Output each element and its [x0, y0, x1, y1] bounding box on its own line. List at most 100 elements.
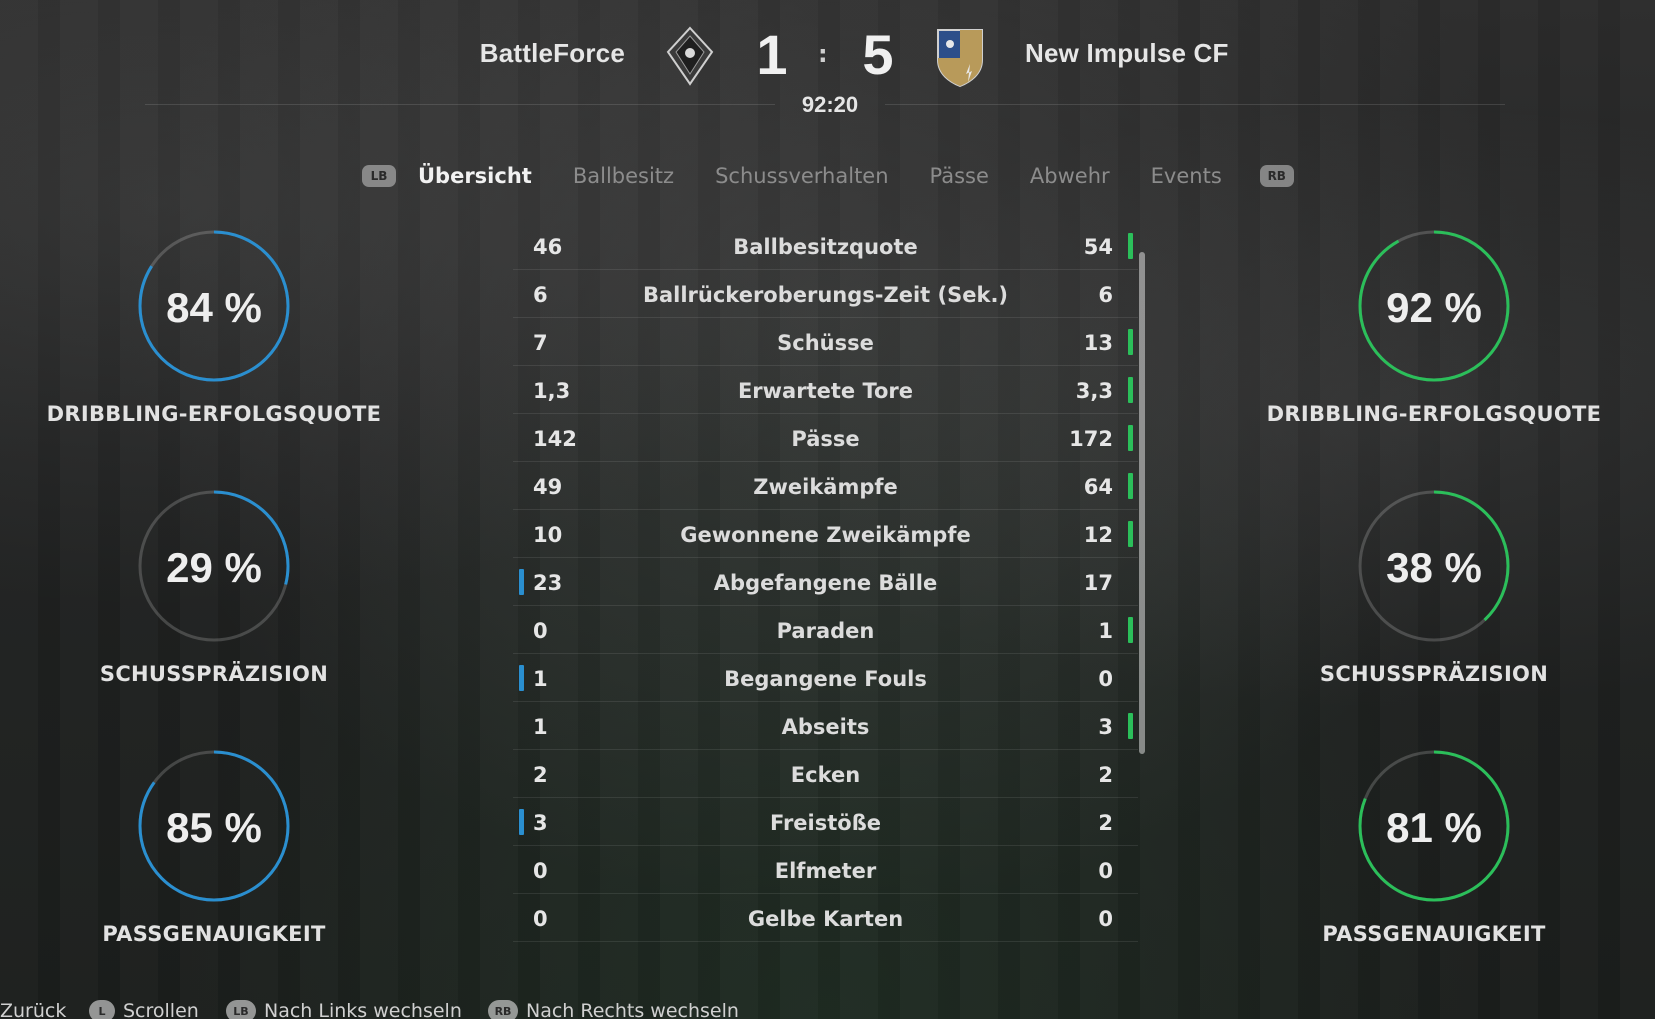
lb-button-icon[interactable]: LB — [362, 165, 396, 187]
stat-row: 46 Ballbesitzquote 54 — [513, 222, 1138, 270]
away-leader-bar — [1128, 473, 1133, 499]
away-leader-bar — [1128, 713, 1133, 739]
stat-label: Zweikämpfe — [753, 475, 898, 499]
stat-row: 10 Gewonnene Zweikämpfe 12 — [513, 510, 1138, 558]
header-divider-left — [145, 104, 775, 105]
away-gauge-shot-accuracy: 38 % SCHUSSPRÄZISION — [1264, 488, 1604, 686]
rb-button-icon: RB — [488, 1000, 518, 1019]
back-label: Zurück — [0, 1000, 67, 1019]
score-separator: : — [818, 40, 828, 68]
stat-label: Gelbe Karten — [747, 907, 904, 931]
gauge-label: PASSGENAUIGKEIT — [1322, 922, 1546, 946]
away-leader-bar — [1128, 233, 1133, 259]
tab-overview[interactable]: Übersicht — [418, 164, 532, 188]
away-leader-bar — [1128, 617, 1133, 643]
stat-away-value: 3,3 — [1075, 379, 1113, 403]
home-gauge-shot-accuracy: 29 % SCHUSSPRÄZISION — [44, 488, 384, 686]
stat-away-value: 1 — [1098, 619, 1113, 643]
stat-label: Ballbesitzquote — [733, 235, 918, 259]
home-gauge-pass-accuracy: 85 % PASSGENAUIGKEIT — [44, 748, 384, 946]
rb-button-icon[interactable]: RB — [1259, 165, 1294, 187]
home-gauge-dribbling: 84 % DRIBBLING-ERFOLGSQUOTE — [44, 228, 384, 426]
stat-row: 0 Gelbe Karten 0 — [513, 894, 1138, 942]
stat-away-value: 6 — [1098, 283, 1113, 307]
stat-label: Ecken — [790, 763, 861, 787]
stat-label: Elfmeter — [774, 859, 877, 883]
away-gauge-dribbling: 92 % DRIBBLING-ERFOLGSQUOTE — [1264, 228, 1604, 426]
stat-row: 49 Zweikämpfe 64 — [513, 462, 1138, 510]
stat-label: Abseits — [781, 715, 870, 739]
stat-label: Freistöße — [769, 811, 882, 835]
stats-table: 46 Ballbesitzquote 54 6 Ballrückeroberungs-Z… — [513, 222, 1138, 942]
gauge-value: 85 % — [166, 804, 262, 851]
back-hint[interactable]: Zurück — [0, 1000, 66, 1019]
stat-row: 1,3 Erwartete Tore 3,3 — [513, 366, 1138, 414]
stat-row: 3 Freistöße 2 — [513, 798, 1138, 846]
switch-right-hint[interactable]: RB Nach Rechts wechseln — [488, 1000, 739, 1019]
away-gauge-pass-accuracy: 81 % PASSGENAUIGKEIT — [1264, 748, 1604, 946]
stats-tabs: LB Übersicht Ballbesitz Schussverhalten … — [362, 158, 1294, 194]
left-stick-icon: L — [89, 1000, 115, 1019]
stat-label: Erwartete Tore — [737, 379, 914, 403]
stat-away-value: 13 — [1083, 331, 1113, 355]
stat-away-value: 172 — [1069, 427, 1113, 451]
tab-shooting[interactable]: Schussverhalten — [715, 164, 888, 188]
tab-defense[interactable]: Abwehr — [1030, 164, 1110, 188]
away-score: 5 — [862, 23, 894, 86]
scoreboard: BattleForce 1 : 5 New Impulse CF 92:20 — [0, 0, 1655, 130]
stat-away-value: 2 — [1098, 763, 1113, 787]
stat-label: Paraden — [776, 619, 875, 643]
switch-right-label: Nach Rechts wechseln — [526, 1000, 739, 1019]
stat-away-value: 2 — [1098, 811, 1113, 835]
stat-row: 0 Paraden 1 — [513, 606, 1138, 654]
stat-away-value: 0 — [1098, 667, 1113, 691]
away-leader-bar — [1128, 329, 1133, 355]
gauge-value: 29 % — [166, 544, 262, 591]
stat-label: Pässe — [791, 427, 860, 451]
switch-left-hint[interactable]: LB Nach Links wechseln — [226, 1000, 462, 1019]
stat-row: 1 Abseits 3 — [513, 702, 1138, 750]
stat-row: 2 Ecken 2 — [513, 750, 1138, 798]
tab-events[interactable]: Events — [1151, 164, 1222, 188]
match-clock: 92:20 — [801, 92, 859, 117]
stat-away-value: 54 — [1083, 235, 1113, 259]
stats-scrollbar[interactable] — [1139, 252, 1145, 754]
stat-away-value: 17 — [1083, 571, 1113, 595]
stat-away-value: 3 — [1098, 715, 1113, 739]
home-team-name: BattleForce — [479, 38, 625, 68]
header-divider-right — [885, 104, 1505, 105]
stat-label: Ballrückeroberungs-Zeit (Sek.) — [642, 283, 1009, 307]
tab-possession[interactable]: Ballbesitz — [573, 164, 674, 188]
tab-passing[interactable]: Pässe — [930, 164, 989, 188]
lb-button-icon: LB — [226, 1000, 256, 1019]
scroll-hint[interactable]: L Scrollen — [89, 1000, 199, 1019]
away-team-crest-icon — [934, 26, 986, 88]
stat-row: 7 Schüsse 13 — [513, 318, 1138, 366]
stat-label: Gewonnene Zweikämpfe — [680, 523, 971, 547]
gauge-value: 92 % — [1386, 284, 1482, 331]
stat-row: 0 Elfmeter 0 — [513, 846, 1138, 894]
stat-label: Begangene Fouls — [724, 667, 927, 691]
stat-row: 1 Begangene Fouls 0 — [513, 654, 1138, 702]
gauge-value: 81 % — [1386, 804, 1482, 851]
stat-away-value: 64 — [1083, 475, 1113, 499]
stat-away-value: 12 — [1083, 523, 1113, 547]
controls-footer: Zurück L Scrollen LB Nach Links wechseln… — [0, 996, 1655, 1019]
stat-away-value: 0 — [1098, 907, 1113, 931]
stat-row: 142 Pässe 172 — [513, 414, 1138, 462]
stat-row: 6 Ballrückeroberungs-Zeit (Sek.) 6 — [513, 270, 1138, 318]
stat-label: Schüsse — [777, 331, 874, 355]
scroll-label: Scrollen — [123, 1000, 199, 1019]
away-leader-bar — [1128, 521, 1133, 547]
gauge-value: 84 % — [166, 284, 262, 331]
away-team-name: New Impulse CF — [1025, 38, 1229, 68]
switch-left-label: Nach Links wechseln — [264, 1000, 462, 1019]
gauge-label: PASSGENAUIGKEIT — [102, 922, 326, 946]
away-leader-bar — [1128, 377, 1133, 403]
stat-away-value: 0 — [1098, 859, 1113, 883]
stat-label: Abgefangene Bälle — [713, 571, 938, 595]
gauge-label: SCHUSSPRÄZISION — [99, 662, 329, 686]
stat-row: 23 Abgefangene Bälle 17 — [513, 558, 1138, 606]
gauge-label: SCHUSSPRÄZISION — [1319, 662, 1549, 686]
away-leader-bar — [1128, 425, 1133, 451]
